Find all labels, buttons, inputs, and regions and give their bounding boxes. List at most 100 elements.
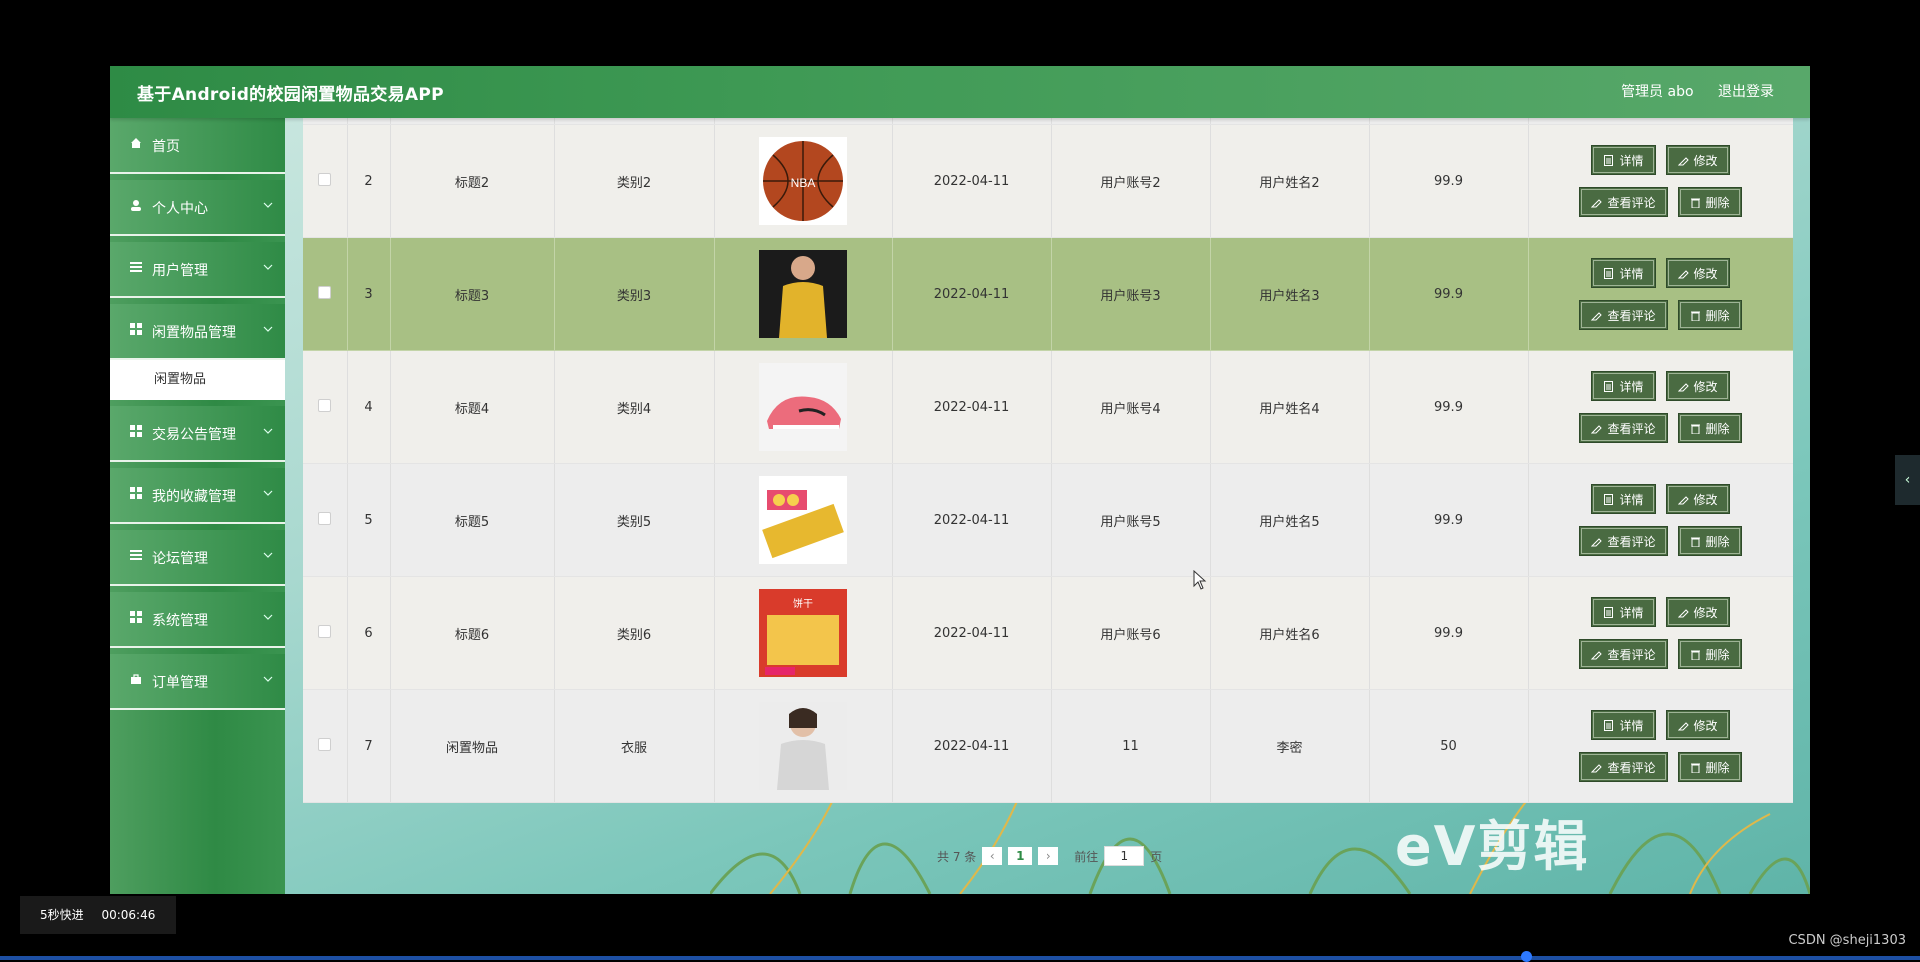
prev-page-button[interactable]: ‹ <box>982 847 1003 865</box>
delete-button[interactable]: 删除 <box>1677 187 1742 217</box>
row-checkbox[interactable] <box>318 172 332 186</box>
button-label: 删除 <box>1705 421 1730 436</box>
sidebar-item-user-management[interactable]: 用户管理 <box>110 242 285 298</box>
sidebar-item-label: 订单管理 <box>152 675 208 691</box>
sidebar-item-label: 用户管理 <box>152 263 208 279</box>
delete-button[interactable]: 删除 <box>1677 752 1742 782</box>
goto-page-input[interactable]: 1 <box>1104 846 1145 866</box>
logout-link[interactable]: 退出登录 <box>1718 84 1774 100</box>
button-label: 查看评论 <box>1607 647 1656 662</box>
detail-button[interactable]: 详情 <box>1591 597 1656 627</box>
chevron-down-icon <box>263 490 273 496</box>
list-icon <box>130 262 142 272</box>
item-image <box>759 363 847 451</box>
edit-button[interactable]: 修改 <box>1665 371 1730 401</box>
view-comments-button[interactable]: 查看评论 <box>1579 639 1668 669</box>
view-comments-button[interactable]: 查看评论 <box>1579 300 1668 330</box>
row-select-cell[interactable] <box>303 463 348 577</box>
item-category: 类别3 <box>554 237 715 351</box>
edit-button[interactable]: 修改 <box>1665 484 1730 514</box>
next-page-button[interactable]: › <box>1038 847 1059 865</box>
row-checkbox[interactable] <box>318 624 332 638</box>
row-index: 5 <box>347 463 391 577</box>
detail-button[interactable]: 详情 <box>1591 371 1656 401</box>
item-image <box>759 702 847 790</box>
sidebar-item-favorites-management[interactable]: 我的收藏管理 <box>110 468 285 524</box>
video-progress-knob[interactable] <box>1521 951 1532 962</box>
edit-button[interactable]: 修改 <box>1665 145 1730 175</box>
item-date: 2022-04-11 <box>892 350 1052 464</box>
row-checkbox[interactable] <box>318 398 332 412</box>
item-category: 类别2 <box>554 124 715 238</box>
item-image <box>759 250 847 338</box>
edit-button[interactable]: 修改 <box>1665 597 1730 627</box>
collapse-handle[interactable]: ‹ <box>1895 455 1920 505</box>
sidebar-item-trade-notice-management[interactable]: 交易公告管理 <box>110 406 285 462</box>
row-actions: 详情 修改 查看评论 删除 <box>1528 576 1793 690</box>
item-title: 标题5 <box>390 463 555 577</box>
detail-button[interactable]: 详情 <box>1591 484 1656 514</box>
row-select-cell[interactable] <box>303 689 348 803</box>
video-progress-bar[interactable] <box>0 956 1920 960</box>
row-checkbox[interactable] <box>318 285 332 299</box>
button-label: 详情 <box>1619 266 1644 281</box>
pencil-icon <box>1677 156 1689 165</box>
current-page[interactable]: 1 <box>1008 847 1033 865</box>
table-row[interactable]: 3 标题3 类别3 2022-04-11 用户账号3 用户姓名3 99.9 详情… <box>303 237 1793 351</box>
button-label: 详情 <box>1619 492 1644 507</box>
detail-button[interactable]: 详情 <box>1591 145 1656 175</box>
button-label: 查看评论 <box>1607 760 1656 775</box>
detail-button[interactable]: 详情 <box>1591 258 1656 288</box>
mouse-cursor-icon <box>1193 570 1207 590</box>
item-image: 饼干 <box>759 589 847 677</box>
delete-button[interactable]: 删除 <box>1677 300 1742 330</box>
edit-button[interactable]: 修改 <box>1665 258 1730 288</box>
row-select-cell[interactable] <box>303 124 348 238</box>
table-row[interactable]: 4 标题4 类别4 2022-04-11 用户账号4 用户姓名4 99.9 详情… <box>303 350 1793 464</box>
item-price: 99.9 <box>1369 350 1529 464</box>
sidebar-item-system-management[interactable]: 系统管理 <box>110 592 285 648</box>
button-label: 详情 <box>1619 605 1644 620</box>
detail-button[interactable]: 详情 <box>1591 710 1656 740</box>
button-label: 详情 <box>1619 379 1644 394</box>
item-title: 标题6 <box>390 576 555 690</box>
app-window: 基于Android的校园闲置物品交易APP 管理员 abo 退出登录 首页 个人… <box>110 66 1810 894</box>
table-row[interactable]: 7 闲置物品 衣服 2022-04-11 11 李密 50 详情 修改 查看评论… <box>303 689 1793 803</box>
delete-button[interactable]: 删除 <box>1677 639 1742 669</box>
item-date: 2022-04-11 <box>892 463 1052 577</box>
sidebar-item-forum-management[interactable]: 论坛管理 <box>110 530 285 586</box>
player-badge: 5秒快进 00:06:46 <box>20 896 176 934</box>
view-comments-button[interactable]: 查看评论 <box>1579 187 1668 217</box>
sidebar-item-idle-items-management[interactable]: 闲置物品管理 <box>110 304 285 360</box>
view-comments-button[interactable]: 查看评论 <box>1579 526 1668 556</box>
sidebar-item-personal-center[interactable]: 个人中心 <box>110 180 285 236</box>
document-icon <box>1604 380 1614 392</box>
sidebar-item-order-management[interactable]: 订单管理 <box>110 654 285 710</box>
delete-button[interactable]: 删除 <box>1677 526 1742 556</box>
button-label: 查看评论 <box>1607 421 1656 436</box>
sidebar-subitem-idle-items[interactable]: 闲置物品 <box>110 360 285 400</box>
view-comments-button[interactable]: 查看评论 <box>1579 752 1668 782</box>
delete-button[interactable]: 删除 <box>1677 413 1742 443</box>
user-account: 用户账号2 <box>1051 124 1211 238</box>
table-row[interactable]: 2 标题2 类别2 NBA 2022-04-11 用户账号2 用户姓名2 99.… <box>303 124 1793 238</box>
item-price: 99.9 <box>1369 124 1529 238</box>
row-select-cell[interactable] <box>303 237 348 351</box>
table-row[interactable]: 6 标题6 类别6 饼干 2022-04-11 用户账号6 用户姓名6 99.9… <box>303 576 1793 690</box>
table-row[interactable]: 5 标题5 类别5 2022-04-11 用户账号5 用户姓名5 99.9 详情… <box>303 463 1793 577</box>
row-select-cell[interactable] <box>303 576 348 690</box>
user-icon <box>131 200 141 211</box>
row-actions: 详情 修改 查看评论 删除 <box>1528 689 1793 803</box>
bag-icon <box>131 674 141 684</box>
row-checkbox[interactable] <box>318 737 332 751</box>
grid-icon <box>130 611 142 623</box>
edit-button[interactable]: 修改 <box>1665 710 1730 740</box>
user-name: 用户姓名5 <box>1210 463 1370 577</box>
grid-icon <box>130 487 142 499</box>
sidebar-item-home[interactable]: 首页 <box>110 118 285 174</box>
item-category: 类别4 <box>554 350 715 464</box>
row-select-cell[interactable] <box>303 350 348 464</box>
view-comments-button[interactable]: 查看评论 <box>1579 413 1668 443</box>
row-checkbox[interactable] <box>318 511 332 525</box>
row-index: 7 <box>347 689 391 803</box>
